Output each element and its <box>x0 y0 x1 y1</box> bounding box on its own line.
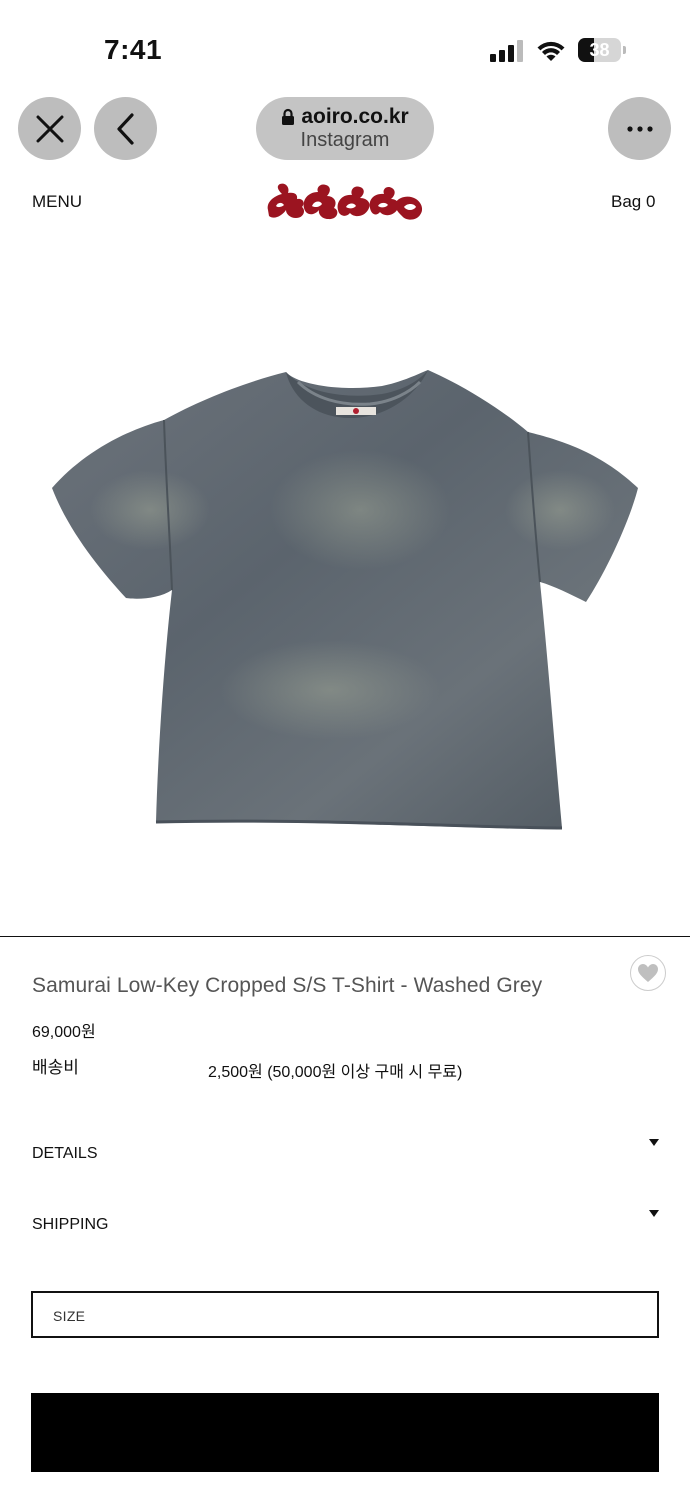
menu-link[interactable]: MENU <box>32 192 82 212</box>
details-accordion[interactable]: DETAILS <box>32 1139 662 1175</box>
shipping-accordion[interactable]: SHIPPING <box>32 1210 662 1246</box>
caret-down-icon <box>649 1139 659 1146</box>
cellular-signal-icon <box>490 40 524 62</box>
wifi-icon <box>537 41 565 61</box>
url-bar[interactable]: aoiro.co.kr Instagram <box>256 97 434 160</box>
details-label: DETAILS <box>32 1145 98 1162</box>
back-chevron-icon <box>116 112 134 145</box>
more-options-button[interactable] <box>608 97 671 160</box>
product-title: Samurai Low-Key Cropped S/S T-Shirt - Wa… <box>32 974 543 997</box>
url-source-label: Instagram <box>300 129 390 151</box>
shipping-fee-value: 2,500원 (50,000원 이상 구매 시 무료) <box>208 1064 463 1081</box>
close-icon <box>36 115 63 142</box>
caret-down-icon <box>649 1210 659 1217</box>
size-select-placeholder: SIZE <box>53 1308 86 1324</box>
status-time: 7:41 <box>104 34 163 65</box>
bag-link[interactable]: Bag 0 <box>611 192 655 212</box>
more-icon <box>626 125 653 132</box>
product-price: 69,000원 <box>32 1024 96 1041</box>
battery-percent: 38 <box>589 40 610 60</box>
lock-icon <box>282 108 295 125</box>
battery-icon: 38 <box>578 38 626 62</box>
shipping-label: SHIPPING <box>32 1216 109 1233</box>
shipping-fee-label: 배송비 <box>32 1058 79 1077</box>
tshirt-product-image[interactable] <box>40 360 650 840</box>
close-button[interactable] <box>18 97 81 160</box>
back-button[interactable] <box>94 97 157 160</box>
heart-icon <box>638 964 658 982</box>
status-bar: 7:41 38 <box>0 0 690 88</box>
buy-button[interactable] <box>31 1393 659 1472</box>
size-select[interactable]: SIZE <box>31 1291 659 1338</box>
brand-logo[interactable] <box>264 180 426 226</box>
url-text: aoiro.co.kr <box>301 105 409 128</box>
section-divider <box>0 936 690 937</box>
wishlist-button[interactable] <box>630 955 666 991</box>
